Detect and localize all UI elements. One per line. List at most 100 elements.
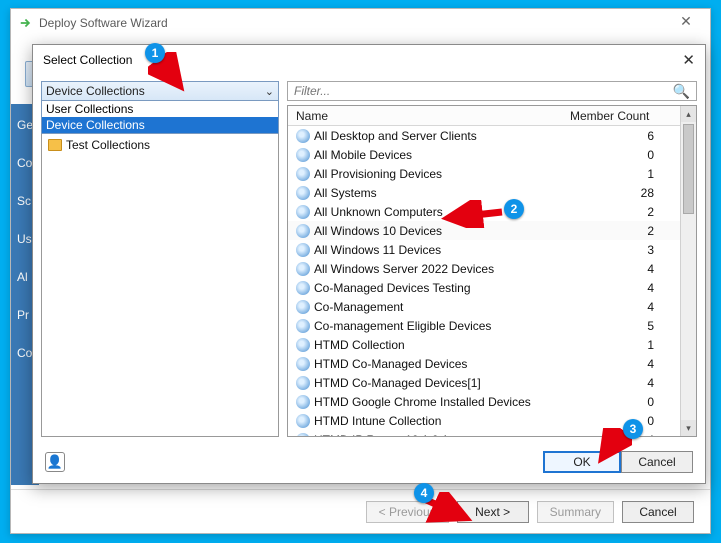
annotation-marker-3: 3 xyxy=(623,419,643,439)
collection-icon xyxy=(296,300,310,314)
collection-icon xyxy=(296,205,310,219)
summary-button: Summary xyxy=(537,501,614,523)
collection-row[interactable]: All Unknown Computers2 xyxy=(288,202,680,221)
row-name: HTMD Google Chrome Installed Devices xyxy=(314,395,570,409)
scroll-down-icon[interactable]: ▾ xyxy=(681,420,696,436)
row-count: 28 xyxy=(570,186,680,200)
collection-row[interactable]: HTMD Co-Managed Devices[1]4 xyxy=(288,373,680,392)
previous-button: < Previous xyxy=(366,501,449,523)
row-name: All Unknown Computers xyxy=(314,205,570,219)
combo-option-user[interactable]: User Collections xyxy=(42,101,278,117)
row-name: HTMD Co-Managed Devices[1] xyxy=(314,376,570,390)
list-scrollbar[interactable]: ▴ ▾ xyxy=(680,106,696,436)
collection-row[interactable]: All Mobile Devices0 xyxy=(288,145,680,164)
wizard-titlebar: Deploy Software Wizard ✕ xyxy=(11,9,710,37)
row-name: Co-Management xyxy=(314,300,570,314)
collection-icon xyxy=(296,376,310,390)
collection-icon xyxy=(296,414,310,428)
row-name: All Systems xyxy=(314,186,570,200)
collection-row[interactable]: All Windows 11 Devices3 xyxy=(288,240,680,259)
collection-row[interactable]: HTMD Intune Collection0 xyxy=(288,411,680,430)
column-name[interactable]: Name xyxy=(288,109,570,123)
collection-row[interactable]: Co-Management4 xyxy=(288,297,680,316)
collection-icon xyxy=(296,262,310,276)
collection-tree[interactable]: Test Collections xyxy=(41,133,279,437)
collection-icon xyxy=(296,395,310,409)
collection-row[interactable]: All Windows Server 2022 Devices4 xyxy=(288,259,680,278)
row-name: HTMD Intune Collection xyxy=(314,414,570,428)
dialog-titlebar: Select Collection ✕ xyxy=(33,45,705,75)
row-name: HTMD Collection xyxy=(314,338,570,352)
collection-row[interactable]: Co-management Eligible Devices5 xyxy=(288,316,680,335)
row-name: All Provisioning Devices xyxy=(314,167,570,181)
row-name: HTMD Co-Managed Devices xyxy=(314,357,570,371)
row-count: 3 xyxy=(570,243,680,257)
row-count: 4 xyxy=(570,376,680,390)
collection-row[interactable]: HTMD Collection1 xyxy=(288,335,680,354)
collection-type-combo[interactable]: Device Collections ⌄ xyxy=(41,81,279,101)
collection-icon xyxy=(296,433,310,437)
row-name: All Windows 10 Devices xyxy=(314,224,570,238)
collection-icon xyxy=(296,186,310,200)
collection-row[interactable]: All Desktop and Server Clients6 xyxy=(288,126,680,145)
row-count: 1 xyxy=(570,338,680,352)
collection-row[interactable]: All Windows 10 Devices2 xyxy=(288,221,680,240)
wizard-title: Deploy Software Wizard xyxy=(39,16,168,30)
chevron-down-icon: ⌄ xyxy=(265,85,274,98)
column-member-count[interactable]: Member Count xyxy=(570,109,680,123)
wizard-icon xyxy=(19,16,33,30)
annotation-marker-2: 2 xyxy=(504,199,524,219)
filter-box[interactable]: 🔍 xyxy=(287,81,697,101)
collection-row[interactable]: Co-Managed Devices Testing4 xyxy=(288,278,680,297)
search-icon[interactable]: 🔍 xyxy=(673,83,690,100)
row-count: 4 xyxy=(570,357,680,371)
collection-icon xyxy=(296,243,310,257)
row-name: Co-Managed Devices Testing xyxy=(314,281,570,295)
next-button[interactable]: Next > xyxy=(457,501,529,523)
collection-row[interactable]: HTMD Google Chrome Installed Devices0 xyxy=(288,392,680,411)
row-count: 4 xyxy=(570,300,680,314)
row-count: 4 xyxy=(570,262,680,276)
wizard-cancel-button[interactable]: Cancel xyxy=(622,501,694,523)
row-count: 2 xyxy=(570,224,680,238)
row-count: 2 xyxy=(570,205,680,219)
user-collections-icon[interactable]: 👤 xyxy=(45,452,65,472)
folder-icon xyxy=(48,139,62,151)
select-collection-dialog: Select Collection ✕ Device Collections ⌄… xyxy=(32,44,706,484)
row-count: 0 xyxy=(570,148,680,162)
collection-row[interactable]: All Provisioning Devices1 xyxy=(288,164,680,183)
wizard-close-button[interactable]: ✕ xyxy=(668,13,704,33)
row-name: All Windows 11 Devices xyxy=(314,243,570,257)
tree-item-root[interactable]: Test Collections xyxy=(48,138,272,152)
dialog-title: Select Collection xyxy=(43,53,132,67)
annotation-marker-1: 1 xyxy=(145,43,165,63)
ok-button[interactable]: OK xyxy=(543,451,621,473)
row-name: HTMD IP Range 10.1.0.1 xyxy=(314,433,570,437)
collection-icon xyxy=(296,319,310,333)
dialog-close-button[interactable]: ✕ xyxy=(682,51,695,69)
row-count: 1 xyxy=(570,167,680,181)
collection-icon xyxy=(296,148,310,162)
collection-icon xyxy=(296,167,310,181)
collection-row[interactable]: HTMD IP Range 10.1.0.14 xyxy=(288,430,680,436)
combo-option-device[interactable]: Device Collections xyxy=(42,117,278,133)
dialog-cancel-button[interactable]: Cancel xyxy=(621,451,693,473)
collection-icon xyxy=(296,281,310,295)
wizard-footer: < Previous Next > Summary Cancel xyxy=(11,489,710,533)
row-name: All Windows Server 2022 Devices xyxy=(314,262,570,276)
row-count: 6 xyxy=(570,129,680,143)
collection-row[interactable]: All Systems28 xyxy=(288,183,680,202)
scroll-thumb[interactable] xyxy=(683,124,694,214)
collection-list: Name Member Count All Desktop and Server… xyxy=(287,105,697,437)
tree-item-label: Test Collections xyxy=(66,138,150,152)
list-header: Name Member Count xyxy=(288,106,680,126)
row-name: All Desktop and Server Clients xyxy=(314,129,570,143)
row-count: 5 xyxy=(570,319,680,333)
scroll-up-icon[interactable]: ▴ xyxy=(681,106,696,122)
collection-icon xyxy=(296,224,310,238)
dialog-footer: 👤 OK Cancel xyxy=(33,441,705,483)
filter-input[interactable] xyxy=(294,84,650,98)
collection-row[interactable]: HTMD Co-Managed Devices4 xyxy=(288,354,680,373)
row-name: All Mobile Devices xyxy=(314,148,570,162)
collection-icon xyxy=(296,129,310,143)
